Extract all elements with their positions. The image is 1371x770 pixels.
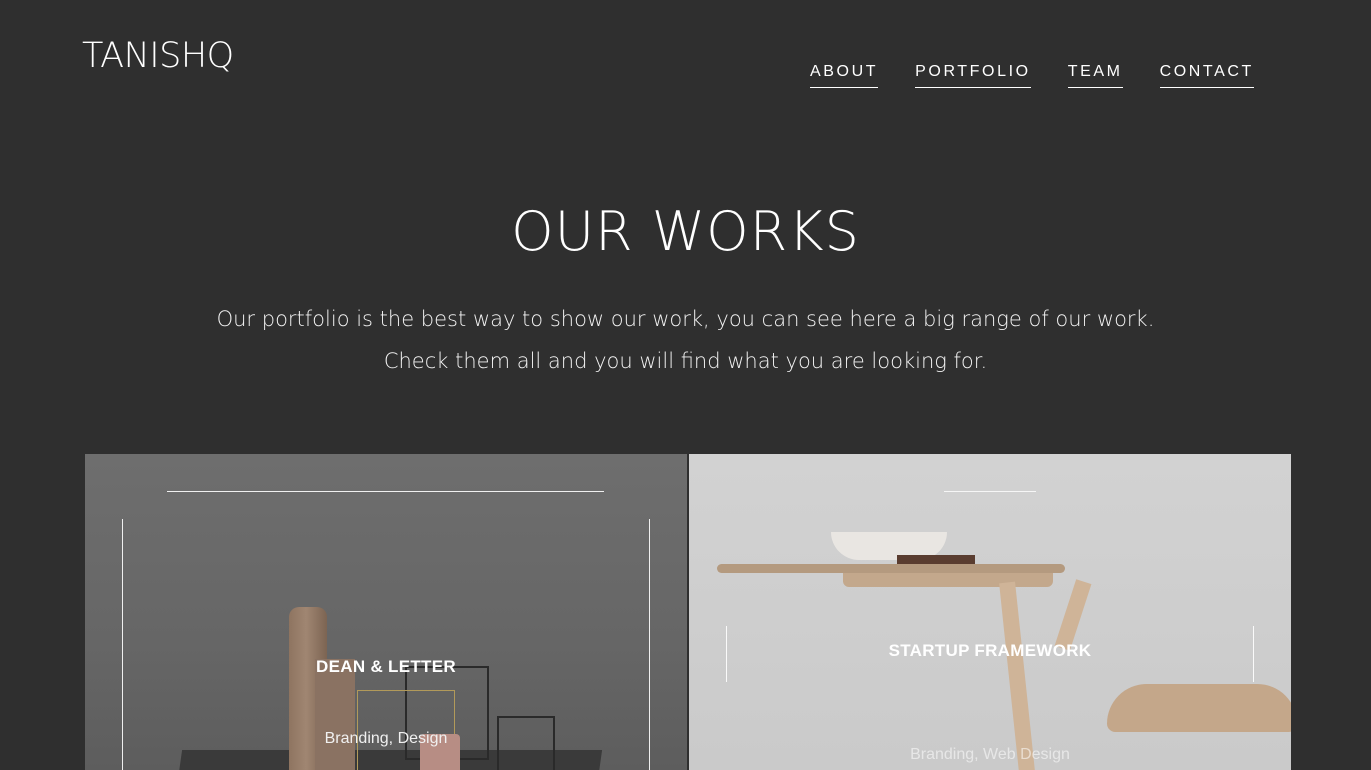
book-shape: [897, 555, 975, 564]
site-logo[interactable]: TANISHQ: [82, 36, 234, 76]
portfolio-item-title: STARTUP FRAMEWORK: [888, 641, 1092, 660]
table-leg: [999, 581, 1035, 770]
section-description: Our portfolio is the best way to show ou…: [0, 298, 1371, 382]
nav-link-team[interactable]: TEAM: [1067, 62, 1123, 88]
nav-link-contact[interactable]: CONTACT: [1159, 62, 1254, 88]
overlay-line-top: [167, 491, 604, 492]
description-line-1: Our portfolio is the best way to show ou…: [216, 307, 1155, 331]
overlay-line-top: [944, 491, 1036, 492]
nav-link-about[interactable]: ABOUT: [810, 62, 879, 88]
table-support-shape: [843, 573, 1053, 587]
portfolio-item-startup-framework[interactable]: STARTUP FRAMEWORK Branding, Web Design: [689, 454, 1291, 770]
portfolio-image: [689, 454, 1291, 770]
portfolio-item-categories: Branding, Design: [324, 730, 448, 747]
stool-seat: [1107, 684, 1291, 732]
page: TANISHQ ABOUT PORTFOLIO TEAM CONTACT OUR…: [0, 0, 1371, 770]
portfolio-item-dean-letter[interactable]: DEAN & LETTER Branding, Design: [85, 454, 687, 770]
portfolio-image: [85, 454, 687, 770]
section-title: OUR WORKS: [511, 200, 860, 263]
nav-link-portfolio[interactable]: PORTFOLIO: [915, 62, 1031, 88]
portfolio-item-title: DEAN & LETTER: [316, 657, 456, 676]
tabletop-shape: [717, 564, 1065, 573]
main-nav: ABOUT PORTFOLIO TEAM CONTACT: [810, 62, 1254, 88]
portfolio-item-categories: Branding, Web Design: [910, 746, 1070, 763]
description-line-2: Check them all and you will find what yo…: [383, 349, 988, 373]
